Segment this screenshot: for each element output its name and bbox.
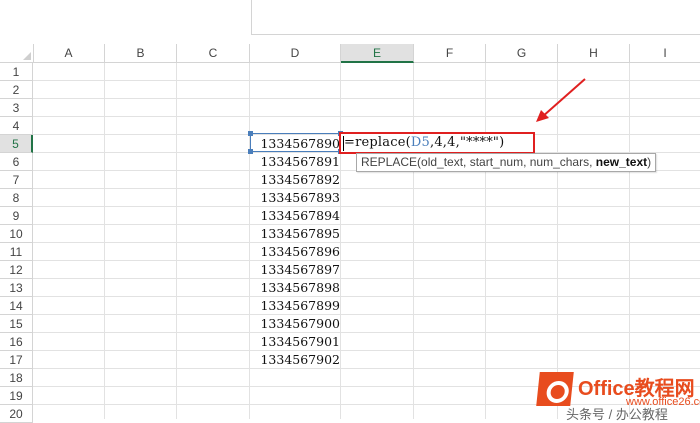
formula-bar[interactable] (251, 0, 700, 35)
row-header-8[interactable]: 8 (0, 189, 33, 207)
cell-d13[interactable]: 1334567898 (251, 279, 341, 297)
row-header-17[interactable]: 17 (0, 351, 33, 369)
office-logo-icon (536, 372, 574, 406)
column-header-row: A B C D E F G H I (0, 44, 700, 63)
row-header-9[interactable]: 9 (0, 207, 33, 225)
select-all-triangle-icon (23, 52, 31, 60)
gridline (33, 98, 700, 99)
column-header-f[interactable]: F (414, 44, 486, 62)
gridline (176, 63, 177, 419)
row-header-14[interactable]: 14 (0, 297, 33, 315)
column-header-a[interactable]: A (33, 44, 105, 62)
watermark-author: 头条号 / 办公教程 (566, 407, 668, 422)
gridline (249, 63, 250, 419)
formula-prefix: =replace( (344, 135, 411, 150)
cell-d10[interactable]: 1334567895 (251, 225, 341, 243)
row-header-16[interactable]: 16 (0, 333, 33, 351)
column-header-b[interactable]: B (105, 44, 177, 62)
row-header-6[interactable]: 6 (0, 153, 33, 171)
gridline (33, 332, 700, 333)
gridline (104, 63, 105, 419)
gridline (33, 260, 700, 261)
tooltip-current-arg[interactable]: new_text (596, 155, 647, 169)
cell-d16[interactable]: 1334567901 (251, 333, 341, 351)
row-header-10[interactable]: 10 (0, 225, 33, 243)
row-header-4[interactable]: 4 (0, 117, 33, 135)
column-header-c[interactable]: C (177, 44, 250, 62)
cell-d5[interactable]: 1334567890 (251, 135, 341, 153)
row-header-19[interactable]: 19 (0, 387, 33, 405)
office-logo-o-icon (545, 381, 570, 403)
column-header-e[interactable]: E (341, 44, 414, 63)
row-header-5[interactable]: 5 (0, 135, 33, 153)
column-header-i[interactable]: I (630, 44, 700, 62)
gridline (33, 188, 700, 189)
row-header-13[interactable]: 13 (0, 279, 33, 297)
cell-d17[interactable]: 1334567902 (251, 351, 341, 369)
column-header-g[interactable]: G (486, 44, 558, 62)
tooltip-close: ) (647, 155, 652, 169)
gridline (33, 224, 700, 225)
row-header-7[interactable]: 7 (0, 171, 33, 189)
cell-e5-editor[interactable]: =replace(D5,4,4,"****") (339, 132, 535, 154)
cell-d12[interactable]: 1334567897 (251, 261, 341, 279)
gridline (413, 63, 414, 419)
gridline (33, 296, 700, 297)
function-tooltip: REPLACE(old_text, start_num, num_chars, … (356, 153, 657, 172)
select-all-corner[interactable] (0, 44, 34, 62)
watermark: Office教程网 www.office26.com 头条号 / 办公教程 (532, 364, 700, 422)
tooltip-args[interactable]: REPLACE(old_text, start_num, num_chars, (361, 155, 596, 169)
row-header-15[interactable]: 15 (0, 315, 33, 333)
cell-d11[interactable]: 1334567896 (251, 243, 341, 261)
gridline (33, 350, 700, 351)
gridline (33, 116, 700, 117)
gridline (33, 206, 700, 207)
cell-d9[interactable]: 1334567894 (251, 207, 341, 225)
cell-d14[interactable]: 1334567899 (251, 297, 341, 315)
row-header-11[interactable]: 11 (0, 243, 33, 261)
gridline (33, 242, 700, 243)
gridline (485, 63, 486, 419)
cell-d8[interactable]: 1334567893 (251, 189, 341, 207)
row-header-3[interactable]: 3 (0, 99, 33, 117)
row-header-2[interactable]: 2 (0, 81, 33, 99)
gridline (33, 80, 700, 81)
ribbon-area (0, 0, 700, 44)
row-header-20[interactable]: 20 (0, 405, 33, 423)
column-header-d[interactable]: D (250, 44, 341, 62)
row-header-12[interactable]: 12 (0, 261, 33, 279)
column-header-h[interactable]: H (558, 44, 630, 62)
formula-suffix: ,4,4,"****") (430, 135, 505, 150)
formula-text: =replace(D5,4,4,"****") (344, 135, 504, 150)
gridline (33, 314, 700, 315)
row-header-18[interactable]: 18 (0, 369, 33, 387)
formula-reference[interactable]: D5 (411, 135, 430, 150)
row-header-1[interactable]: 1 (0, 63, 33, 81)
gridline (33, 278, 700, 279)
cell-d6[interactable]: 1334567891 (251, 153, 341, 171)
red-arrow-icon (536, 78, 586, 122)
cell-d7[interactable]: 1334567892 (251, 171, 341, 189)
cell-d15[interactable]: 1334567900 (251, 315, 341, 333)
